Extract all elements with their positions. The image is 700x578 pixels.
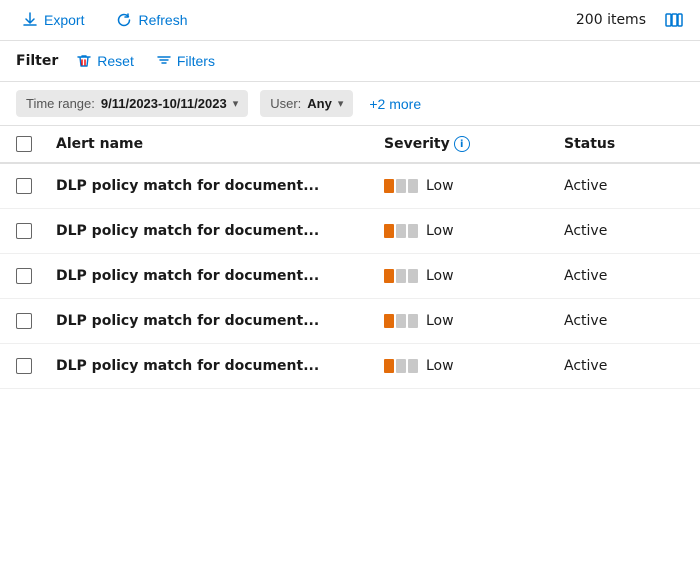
reset-button[interactable]: Reset xyxy=(72,51,138,71)
severity-text-1: Low xyxy=(426,223,454,239)
severity-text-4: Low xyxy=(426,358,454,374)
severity-text-0: Low xyxy=(426,178,454,194)
refresh-icon xyxy=(116,12,132,28)
status-cell-2: Active xyxy=(564,268,684,284)
user-caret-icon: ▾ xyxy=(338,97,344,110)
table-header: Alert name Severity i Status xyxy=(0,126,700,164)
severity-cell-0: Low xyxy=(384,178,564,194)
status-cell-1: Active xyxy=(564,223,684,239)
filter-icon xyxy=(156,53,172,69)
severity-bar-2-0 xyxy=(396,179,406,193)
severity-bars-0 xyxy=(384,179,418,193)
alert-name-1: DLP policy match for document... xyxy=(56,223,384,239)
filter-bar: Filter Reset Filters xyxy=(0,41,700,82)
severity-bar-2-3 xyxy=(396,314,406,328)
severity-info-icon[interactable]: i xyxy=(454,136,470,152)
table-row[interactable]: DLP policy match for document... Low Act… xyxy=(0,344,700,389)
toolbar-left: Export Refresh xyxy=(16,8,194,32)
user-label: User: xyxy=(270,96,301,111)
status-cell-4: Active xyxy=(564,358,684,374)
col-header-status: Status xyxy=(564,136,684,152)
column-settings-icon[interactable] xyxy=(664,10,684,30)
row-checkbox-cell xyxy=(16,313,56,329)
export-button[interactable]: Export xyxy=(16,8,90,32)
user-dropdown[interactable]: User: Any ▾ xyxy=(260,90,353,117)
severity-bars-4 xyxy=(384,359,418,373)
severity-bar-2-2 xyxy=(396,269,406,283)
severity-bar-2-4 xyxy=(396,359,406,373)
time-range-caret-icon: ▾ xyxy=(233,97,239,110)
severity-bar-1-1 xyxy=(384,224,394,238)
time-range-label: Time range: xyxy=(26,96,95,111)
severity-bar-1-0 xyxy=(384,179,394,193)
refresh-button[interactable]: Refresh xyxy=(110,8,193,32)
header-checkbox-cell xyxy=(16,136,56,152)
severity-text-3: Low xyxy=(426,313,454,329)
table-row[interactable]: DLP policy match for document... Low Act… xyxy=(0,209,700,254)
row-checkbox-cell xyxy=(16,178,56,194)
filter-label: Filter xyxy=(16,53,58,69)
table-row[interactable]: DLP policy match for document... Low Act… xyxy=(0,254,700,299)
table: Alert name Severity i Status DLP policy … xyxy=(0,126,700,389)
severity-bar-1-2 xyxy=(384,269,394,283)
severity-text-2: Low xyxy=(426,268,454,284)
table-body: DLP policy match for document... Low Act… xyxy=(0,164,700,389)
alert-name-3: DLP policy match for document... xyxy=(56,313,384,329)
alert-name-0: DLP policy match for document... xyxy=(56,178,384,194)
select-all-checkbox[interactable] xyxy=(16,136,32,152)
severity-bar-3-3 xyxy=(408,314,418,328)
export-icon xyxy=(22,12,38,28)
row-checkbox-4[interactable] xyxy=(16,358,32,374)
severity-cell-1: Low xyxy=(384,223,564,239)
time-range-value: 9/11/2023-10/11/2023 xyxy=(101,96,227,111)
severity-bar-3-1 xyxy=(408,224,418,238)
row-checkbox-2[interactable] xyxy=(16,268,32,284)
toolbar-right: 200 items xyxy=(576,10,684,30)
filters-button[interactable]: Filters xyxy=(152,51,219,71)
col-header-alert: Alert name xyxy=(56,136,384,152)
severity-cell-4: Low xyxy=(384,358,564,374)
row-checkbox-cell xyxy=(16,268,56,284)
severity-bar-3-4 xyxy=(408,359,418,373)
alert-name-2: DLP policy match for document... xyxy=(56,268,384,284)
severity-bars-3 xyxy=(384,314,418,328)
alert-name-4: DLP policy match for document... xyxy=(56,358,384,374)
severity-cell-3: Low xyxy=(384,313,564,329)
row-checkbox-cell xyxy=(16,358,56,374)
reset-filter-icon xyxy=(76,53,92,69)
status-cell-0: Active xyxy=(564,178,684,194)
toolbar: Export Refresh 200 items xyxy=(0,0,700,41)
table-row[interactable]: DLP policy match for document... Low Act… xyxy=(0,299,700,344)
severity-bar-1-4 xyxy=(384,359,394,373)
severity-bar-1-3 xyxy=(384,314,394,328)
severity-cell-2: Low xyxy=(384,268,564,284)
items-count: 200 items xyxy=(576,12,646,28)
time-range-dropdown[interactable]: Time range: 9/11/2023-10/11/2023 ▾ xyxy=(16,90,248,117)
row-checkbox-1[interactable] xyxy=(16,223,32,239)
status-cell-3: Active xyxy=(564,313,684,329)
user-value: Any xyxy=(307,96,332,111)
severity-bar-3-0 xyxy=(408,179,418,193)
severity-bars-2 xyxy=(384,269,418,283)
row-checkbox-cell xyxy=(16,223,56,239)
severity-bars-1 xyxy=(384,224,418,238)
severity-bar-2-1 xyxy=(396,224,406,238)
filter-dropdowns: Time range: 9/11/2023-10/11/2023 ▾ User:… xyxy=(0,82,700,126)
severity-bar-3-2 xyxy=(408,269,418,283)
row-checkbox-0[interactable] xyxy=(16,178,32,194)
row-checkbox-3[interactable] xyxy=(16,313,32,329)
more-filters-button[interactable]: +2 more xyxy=(365,92,425,116)
table-row[interactable]: DLP policy match for document... Low Act… xyxy=(0,164,700,209)
col-header-severity: Severity i xyxy=(384,136,564,152)
